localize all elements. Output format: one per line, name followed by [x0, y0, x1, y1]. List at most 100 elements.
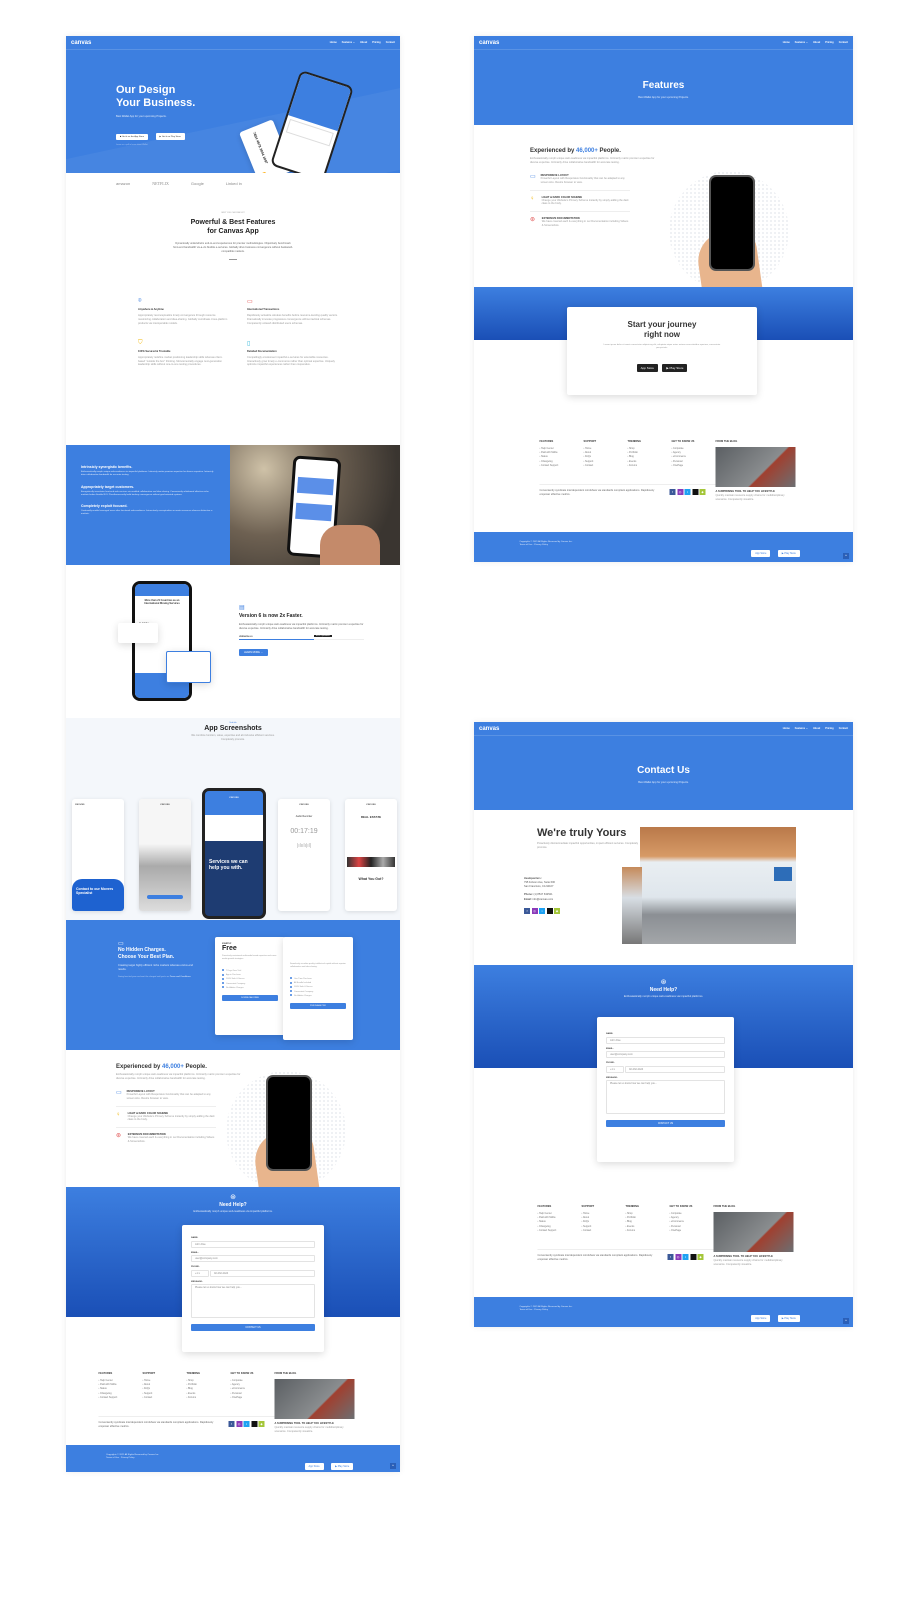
- footer-link[interactable]: Forums: [626, 1229, 664, 1233]
- nav-features[interactable]: Features ⌄: [795, 727, 808, 730]
- phone-input[interactable]: 02-232-2424: [625, 1065, 725, 1073]
- purchase-pro-button[interactable]: PURCHASE PRO: [290, 1002, 346, 1009]
- instagram-icon[interactable]: ◎: [531, 907, 538, 914]
- helphead-block: ⊛ Need Help? Enthusiastically morph uniq…: [66, 1187, 400, 1214]
- screenshot-2[interactable]: canvas: [139, 799, 191, 911]
- facebook-icon[interactable]: f: [667, 1253, 674, 1260]
- footer-link[interactable]: Contact: [584, 464, 622, 468]
- legal-links[interactable]: Terms of Use · Privacy Policy: [519, 544, 572, 547]
- nav-about[interactable]: About: [360, 41, 367, 44]
- android-icon[interactable]: ◆: [699, 488, 706, 495]
- nav-pricing[interactable]: Pricing: [372, 41, 380, 44]
- instagram-icon[interactable]: ◎: [677, 488, 683, 495]
- nav-contact[interactable]: Contact: [386, 41, 395, 44]
- nav-about[interactable]: About: [813, 727, 820, 730]
- play-store-button[interactable]: ▶ Play Store: [777, 1315, 800, 1322]
- play-store-button[interactable]: ▶ Play Store: [662, 363, 688, 372]
- contact-submit-button[interactable]: CONTACT US: [606, 1120, 725, 1127]
- nav-pricing[interactable]: Pricing: [825, 41, 833, 44]
- facebook-icon[interactable]: f: [524, 907, 530, 914]
- apple-icon[interactable]: [692, 488, 698, 495]
- progress-tooltip: 60% Optimized: [314, 634, 332, 637]
- hero-note[interactable]: Learn on a pdf to learn about Wallet: [116, 144, 195, 147]
- twitter-icon[interactable]: t: [682, 1253, 689, 1260]
- contact-submit-button[interactable]: CONTACT US: [191, 1324, 315, 1331]
- android-icon[interactable]: ◆: [554, 907, 560, 914]
- legal-links[interactable]: Terms of Use · Privacy Policy: [519, 1309, 572, 1312]
- nav-contact[interactable]: Contact: [839, 727, 848, 730]
- play-store-button[interactable]: ▶ Play Store: [777, 550, 800, 557]
- footer-link[interactable]: Contact: [143, 1396, 181, 1400]
- app-store-button[interactable]: App Store: [751, 1315, 771, 1322]
- phone-input[interactable]: 02-232-2424: [210, 1269, 315, 1277]
- blog-post-title[interactable]: A SURPRISING TOOL TO HELP YOU LIFESTYLE: [716, 490, 796, 493]
- instagram-icon[interactable]: ◎: [236, 1420, 242, 1427]
- country-code-select[interactable]: +1 ▾: [606, 1065, 624, 1073]
- play-store-button[interactable]: ▶ Play Store: [331, 1463, 354, 1470]
- footer-block: FEATURES Help CenterPaid with MollieStat…: [539, 440, 805, 501]
- instagram-icon[interactable]: ◎: [675, 1253, 681, 1260]
- nav-contact[interactable]: Contact: [839, 41, 848, 44]
- app-store-button[interactable]: ■ Get it on the App Store: [116, 134, 149, 141]
- footer-link[interactable]: OnePage: [670, 1229, 708, 1233]
- nav-home[interactable]: Home: [783, 41, 790, 44]
- nav-features[interactable]: Features ⌄: [795, 41, 808, 44]
- phone-link[interactable]: (1) 8547 632521: [533, 893, 553, 896]
- apple-icon[interactable]: [251, 1420, 257, 1427]
- email-link[interactable]: info@canvas.com: [532, 898, 554, 901]
- name-input[interactable]: John Doe: [606, 1036, 725, 1044]
- screenshot-3-phone[interactable]: canvas Services we can help you with.: [202, 788, 266, 919]
- learn-more-button[interactable]: LEARN MORE →: [239, 649, 268, 657]
- terms-link[interactable]: Terms and Conditions: [170, 976, 191, 978]
- nav-about[interactable]: About: [813, 41, 820, 44]
- screenshot-1[interactable]: canvas Contact to our Movers Specialist: [72, 799, 124, 911]
- android-icon[interactable]: ◆: [697, 1253, 704, 1260]
- app-store-button[interactable]: App Store: [636, 363, 658, 372]
- navbar: canvas Home Features ⌄ About Pricing Con…: [66, 36, 400, 50]
- screenshot-5[interactable]: canvas REAL ESTATE What You Got?: [345, 799, 397, 911]
- blog-post-title[interactable]: A SURPRISING TOOL TO HELP YOU LIFESTYLE: [714, 1255, 794, 1258]
- blog-image[interactable]: [715, 447, 796, 487]
- message-textarea[interactable]: Please let us know how we can help you..…: [191, 1284, 315, 1318]
- nav-home[interactable]: Home: [783, 727, 790, 730]
- nav-home[interactable]: Home: [330, 41, 337, 44]
- facebook-icon[interactable]: f: [228, 1420, 235, 1427]
- blog-post-title[interactable]: A SURPRISING TOOL TO HELP YOU LIFESTYLE: [275, 1422, 355, 1425]
- download-free-button[interactable]: DOWNLOAD FREE: [222, 994, 278, 1001]
- twitter-icon[interactable]: t: [243, 1420, 250, 1427]
- screenshot-4[interactable]: canvas Audio Recorder 00:17:19 |ılıılı|ıl|: [278, 799, 330, 911]
- scroll-top-icon[interactable]: ^: [390, 1463, 396, 1469]
- android-icon[interactable]: ◆: [258, 1420, 265, 1427]
- nav-pricing[interactable]: Pricing: [825, 727, 833, 730]
- footer-link[interactable]: Contact: [582, 1229, 620, 1233]
- footer-link[interactable]: OnePage: [672, 464, 710, 468]
- footer-link[interactable]: Forums: [187, 1396, 225, 1400]
- blog-image[interactable]: [713, 1212, 794, 1252]
- logo[interactable]: canvas: [71, 40, 325, 46]
- nav-features[interactable]: Features ⌄: [342, 41, 355, 44]
- footer-link[interactable]: Forums: [628, 464, 666, 468]
- name-input[interactable]: John Doe: [191, 1240, 315, 1248]
- scroll-top-icon[interactable]: ^: [843, 1318, 849, 1324]
- footer-link[interactable]: Contact Support: [540, 464, 578, 468]
- app-store-button[interactable]: App Store: [751, 550, 771, 557]
- logo[interactable]: canvas: [479, 40, 778, 46]
- legal-links[interactable]: Terms of Use · Privacy Policy: [106, 1457, 159, 1460]
- play-store-button[interactable]: ▶ Get it on Play Store: [155, 133, 185, 141]
- message-textarea[interactable]: Please let us know how we can help you..…: [606, 1080, 725, 1114]
- app-store-button[interactable]: App Store: [304, 1463, 324, 1470]
- twitter-icon[interactable]: t: [539, 907, 545, 914]
- twitter-icon[interactable]: t: [684, 488, 691, 495]
- email-input[interactable]: user@company.com: [191, 1255, 315, 1262]
- blog-image[interactable]: [274, 1379, 355, 1419]
- email-input[interactable]: user@company.com: [606, 1051, 725, 1058]
- scroll-top-icon[interactable]: ^: [843, 553, 849, 559]
- logo[interactable]: canvas: [479, 726, 778, 732]
- footer-link[interactable]: Contact Support: [538, 1229, 576, 1233]
- facebook-icon[interactable]: f: [669, 488, 676, 495]
- country-code-select[interactable]: +1 ▾: [191, 1269, 209, 1277]
- footer-link[interactable]: OnePage: [231, 1396, 269, 1400]
- apple-icon[interactable]: [690, 1253, 696, 1260]
- footer-link[interactable]: Contact Support: [99, 1396, 137, 1400]
- apple-icon[interactable]: [546, 907, 553, 914]
